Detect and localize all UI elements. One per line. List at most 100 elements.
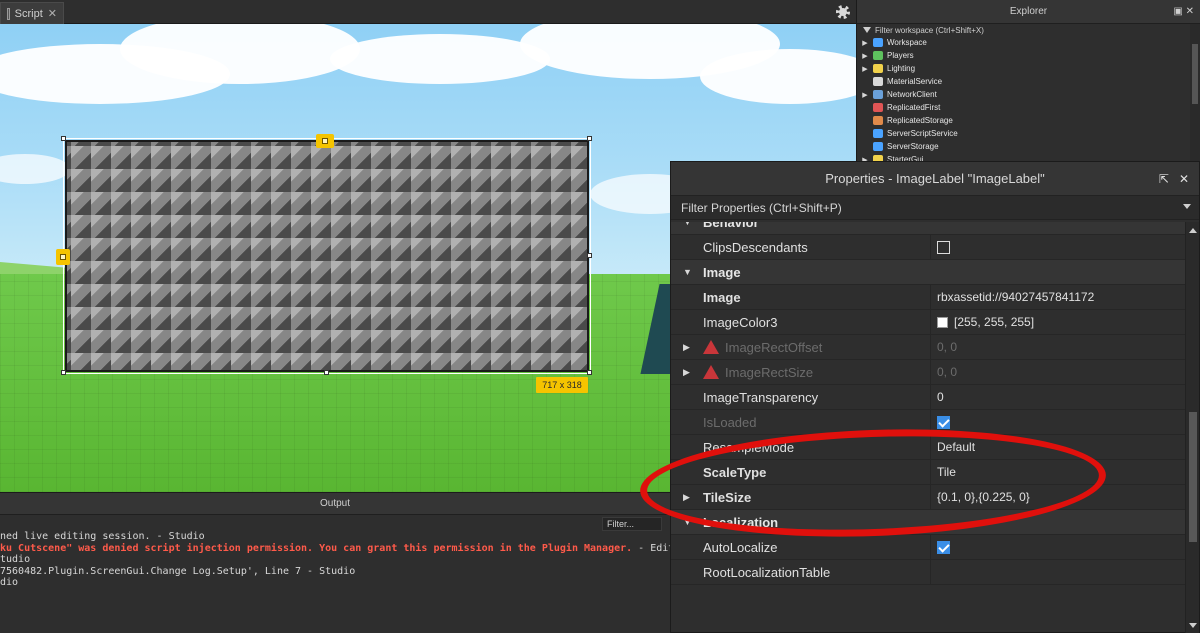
property-row[interactable]: ▶ ImageRectOffset 0, 0 [671,335,1187,360]
explorer-item-label: ReplicatedFirst [887,103,941,112]
property-name: ImageRectSize [725,364,814,380]
tab-label: Script [14,7,43,20]
image-label-preview[interactable] [65,140,589,372]
explorer-filter[interactable]: Filter workspace (Ctrl+Shift+X) [857,24,1200,36]
properties-scrollbar[interactable] [1185,222,1199,633]
property-row[interactable]: AutoLocalize [671,535,1187,560]
chevron-down-icon[interactable] [1183,204,1191,209]
property-value[interactable] [931,560,1187,584]
property-name: ImageColor3 [703,314,778,330]
property-value[interactable]: Default [931,435,1187,459]
explorer-scrollbar[interactable] [1190,24,1200,168]
tab-script[interactable]: Script ✕ [0,2,64,24]
property-name: ClipsDescendants [703,239,808,255]
property-category[interactable]: ▼ Behavior [671,222,1187,235]
explorer-item[interactable]: MaterialService [857,75,1200,88]
property-row[interactable]: ScaleType Tile [671,460,1187,485]
property-value[interactable]: rbxassetid://94027457841172 [931,285,1187,309]
cloud [0,154,70,184]
explorer-item[interactable]: ServerStorage [857,140,1200,153]
expand-arrow-icon[interactable]: ▶ [857,91,873,99]
scroll-thumb[interactable] [1192,44,1198,104]
property-value[interactable]: {0.1, 0},{0.225, 0} [931,485,1187,509]
output-filter-input[interactable]: Filter... [602,517,662,531]
collapse-arrow-icon[interactable]: ▼ [683,267,692,277]
scroll-up-icon[interactable] [1189,228,1197,233]
cloud [330,34,550,84]
property-value[interactable]: Tile [931,460,1187,484]
property-value[interactable]: [255, 255, 255] [931,310,1187,334]
expand-arrow-icon[interactable]: ▶ [683,492,690,503]
expand-arrow-icon[interactable]: ▶ [857,52,873,60]
checkbox[interactable] [937,540,950,554]
resize-handle[interactable] [587,136,592,141]
property-row[interactable]: RootLocalizationTable [671,560,1187,585]
explorer-filter-placeholder: Filter workspace (Ctrl+Shift+X) [875,25,984,35]
color-swatch[interactable] [937,316,948,328]
property-row[interactable]: ResampleMode Default [671,435,1187,460]
lock-icon [322,138,328,144]
gear-icon[interactable] [836,5,850,19]
explorer-item-label: ServerScriptService [887,129,958,138]
output-line: dio [0,577,670,589]
category-label: Localization [703,514,779,530]
resize-handle[interactable] [61,136,66,141]
checkbox[interactable] [937,240,950,254]
explorer-item[interactable]: ServerScriptService [857,127,1200,140]
scroll-down-icon[interactable] [1189,623,1197,628]
expand-arrow-icon[interactable]: ▶ [683,367,690,378]
property-row[interactable]: ▶ TileSize {0.1, 0},{0.225, 0} [671,485,1187,510]
explorer-item[interactable]: ▶ Players [857,49,1200,62]
expand-arrow-icon[interactable]: ▶ [683,342,690,353]
properties-title-bar: Properties - ImageLabel "ImageLabel" ⇱ ✕ [671,162,1199,196]
expand-arrow-icon[interactable]: ▶ [857,65,873,73]
property-value-text: [255, 255, 255] [954,315,1035,329]
undock-icon[interactable]: ⇱ [1159,172,1169,186]
output-line: 7560482.Plugin.ScreenGui.Change Log.Setu… [0,566,670,578]
explorer-item[interactable]: ▶ Workspace [857,36,1200,49]
property-row[interactable]: ImageColor3 [255, 255, 255] [671,310,1187,335]
resize-handle[interactable] [324,370,329,375]
properties-filter-placeholder: Filter Properties (Ctrl+Shift+P) [681,200,842,215]
explorer-item[interactable]: ▶ Lighting [857,62,1200,75]
property-row[interactable]: IsLoaded [671,410,1187,435]
left-anchor-handle[interactable] [56,249,70,265]
property-value[interactable] [931,235,1187,259]
property-value[interactable] [931,535,1187,559]
material-service-icon [873,77,883,86]
explorer-item[interactable]: ▶ NetworkClient [857,88,1200,101]
resize-handle[interactable] [587,370,592,375]
category-label: Image [703,264,741,280]
players-icon [873,51,883,60]
property-value[interactable]: 0, 0 [931,360,1187,384]
property-category[interactable]: ▼ Localization [671,510,1187,535]
explorer-title: Explorer [1009,6,1048,17]
property-value[interactable]: 0, 0 [931,335,1187,359]
top-anchor-handle[interactable] [316,134,334,148]
property-value[interactable]: 0 [931,385,1187,409]
workspace-icon [873,38,883,47]
panel-close-icon[interactable]: ▣ ✕ [1173,6,1194,17]
explorer-item[interactable]: ReplicatedStorage [857,114,1200,127]
expand-arrow-icon[interactable]: ▶ [857,39,873,47]
collapse-arrow-icon[interactable]: ▼ [683,517,692,527]
explorer-item-label: ReplicatedStorage [887,116,953,125]
property-row[interactable]: ▶ ImageRectSize 0, 0 [671,360,1187,385]
checkbox[interactable] [937,415,950,429]
warning-icon [703,340,719,354]
property-row[interactable]: ClipsDescendants [671,235,1187,260]
property-row[interactable]: Image rbxassetid://94027457841172 [671,285,1187,310]
explorer-item[interactable]: ReplicatedFirst [857,101,1200,114]
close-icon[interactable]: ✕ [1179,172,1189,186]
collapse-arrow-icon[interactable]: ▼ [683,222,692,227]
output-line: ned live editing session. - Studio [0,531,670,543]
close-icon[interactable]: ✕ [48,7,57,20]
properties-filter-input[interactable]: Filter Properties (Ctrl+Shift+P) [671,196,1199,220]
property-row[interactable]: ImageTransparency 0 [671,385,1187,410]
scroll-thumb[interactable] [1189,412,1197,542]
resize-handle[interactable] [587,253,592,258]
resize-handle[interactable] [61,370,66,375]
output-title: Output [0,493,670,515]
property-category[interactable]: ▼ Image [671,260,1187,285]
property-value[interactable] [931,410,1187,434]
